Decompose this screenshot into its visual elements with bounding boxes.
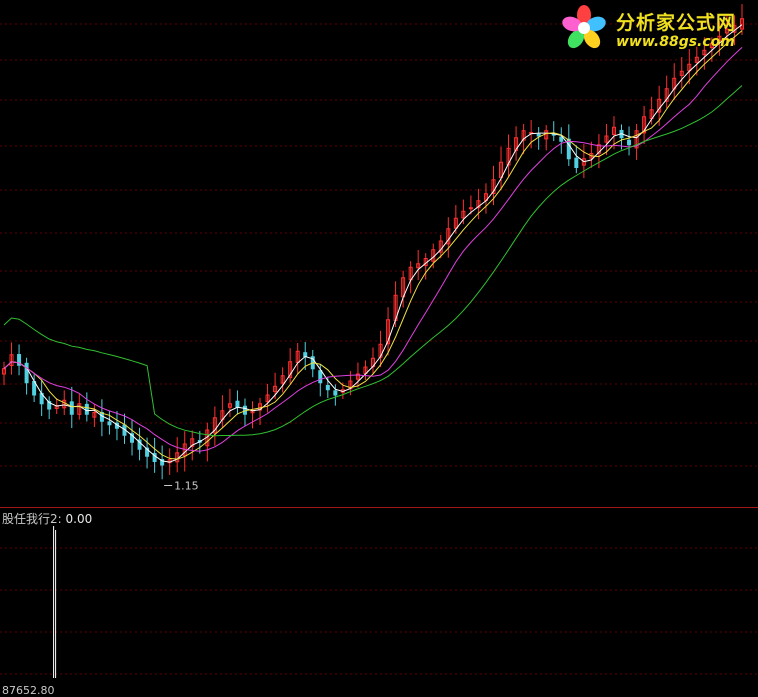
logo-url: www.88gs.com [616, 34, 735, 50]
candle-body [574, 157, 579, 169]
candle-body [235, 400, 240, 408]
candle-body [303, 352, 308, 358]
indicator-panel [0, 508, 758, 697]
indicator-name: 股任我行2: [2, 512, 62, 526]
candle-body [318, 370, 323, 384]
indicator-title: 股任我行2: 0.00 [2, 510, 92, 527]
candle-body [69, 401, 74, 415]
flower-logo-icon [562, 5, 606, 49]
candle-body [559, 136, 564, 142]
indicator-value: 0.00 [65, 512, 93, 526]
candle-body [333, 390, 338, 396]
candle-body [536, 133, 541, 137]
ma-short-line [3, 24, 743, 463]
ma-mid-line [3, 30, 743, 460]
logo-title: 分析家公式网 [616, 12, 737, 34]
candle-body [566, 138, 571, 160]
candle-body [107, 421, 112, 426]
candle-body [84, 403, 89, 415]
candle-body [627, 139, 632, 146]
main-chart-panel: 1.15 [0, 0, 758, 507]
candlestick-chart: 1.15 [0, 4, 758, 493]
candle-body [24, 362, 29, 384]
indicator-chart [0, 526, 758, 678]
ma-long-line [3, 47, 743, 452]
candle-body [468, 207, 473, 210]
ma-longest-line [3, 85, 743, 437]
site-logo: 分析家公式网 www.88gs.com [556, 2, 756, 54]
indicator-bottom-value: 87652.80 [2, 684, 55, 697]
candle-body [325, 384, 330, 391]
min-marker-label: 1.15 [174, 480, 199, 493]
